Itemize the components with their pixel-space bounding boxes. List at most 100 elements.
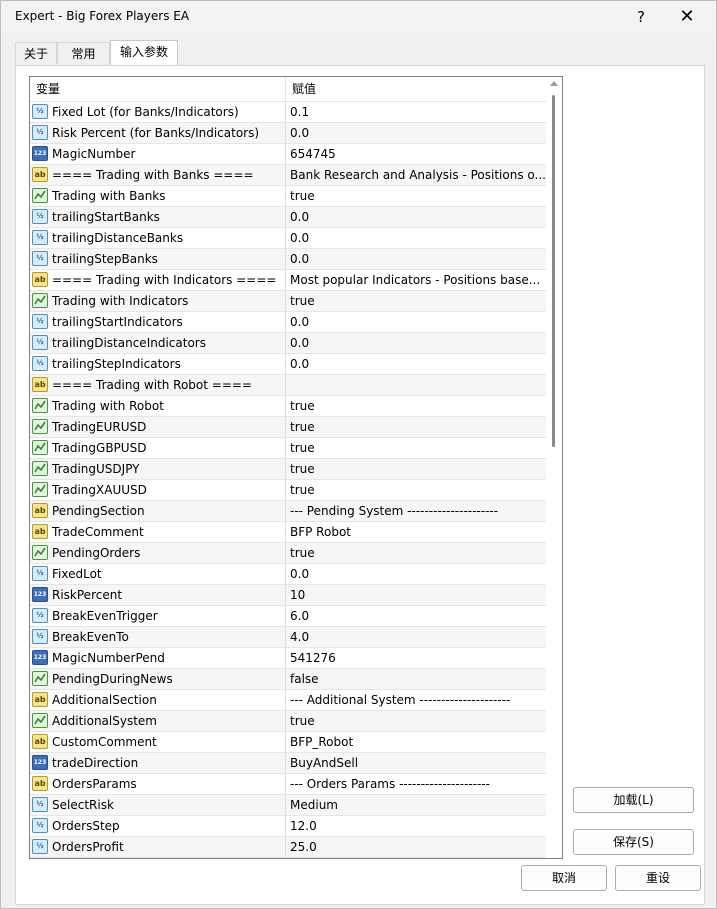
parameter-name-cell[interactable]: Trading with Robot	[30, 396, 286, 416]
parameter-value-cell[interactable]: 541276	[286, 648, 546, 668]
table-row[interactable]: ab CustomComment BFP_Robot	[30, 732, 546, 753]
parameter-value-cell[interactable]: 0.0	[286, 564, 546, 584]
table-row[interactable]: ½ trailingStepBanks 0.0	[30, 249, 546, 270]
parameter-name-cell[interactable]: Trading with Indicators	[30, 291, 286, 311]
table-row[interactable]: ½ FixedLot 0.0	[30, 564, 546, 585]
parameter-name-cell[interactable]: ab TradeComment	[30, 522, 286, 542]
parameter-name-cell[interactable]: Trading with Banks	[30, 186, 286, 206]
parameter-name-cell[interactable]: ½ SelectRisk	[30, 795, 286, 815]
parameter-value-cell[interactable]: BFP Robot	[286, 522, 546, 542]
parameter-name-cell[interactable]: 123 RiskPercent	[30, 585, 286, 605]
table-row[interactable]: TradingEURUSD true	[30, 417, 546, 438]
table-row[interactable]: Trading with Robot true	[30, 396, 546, 417]
parameter-value-cell[interactable]: true	[286, 438, 546, 458]
parameter-name-cell[interactable]: ½ BreakEvenTrigger	[30, 606, 286, 626]
parameter-name-cell[interactable]: ½ Fixed Lot (for Banks/Indicators)	[30, 102, 286, 122]
table-row[interactable]: ab AdditionalSection --- Additional System…	[30, 690, 546, 711]
tab-about[interactable]: 关于	[15, 42, 57, 64]
scrollbar-thumb[interactable]	[552, 95, 555, 447]
parameter-name-cell[interactable]: ½ trailingStartBanks	[30, 207, 286, 227]
parameter-value-cell[interactable]: Most popular Indicators - Positions base…	[286, 270, 546, 290]
parameter-value-cell[interactable]: 4.0	[286, 627, 546, 647]
table-row[interactable]: ½ trailingStartIndicators 0.0	[30, 312, 546, 333]
parameter-name-cell[interactable]: 123 tradeDirection	[30, 753, 286, 773]
parameter-name-cell[interactable]: ab ==== Trading with Robot ====	[30, 375, 286, 395]
parameter-value-cell[interactable]: Bank Research and Analysis - Positions o…	[286, 165, 546, 185]
table-row[interactable]: ½ OrdersStep 12.0	[30, 816, 546, 837]
table-row[interactable]: 123 tradeDirection BuyAndSell	[30, 753, 546, 774]
column-header-value[interactable]: 赋值	[286, 77, 546, 101]
table-row[interactable]: 123 MagicNumber 654745	[30, 144, 546, 165]
table-row[interactable]: Trading with Indicators true	[30, 291, 546, 312]
parameter-value-cell[interactable]: 25.0	[286, 837, 546, 857]
save-button[interactable]: 保存(S)	[573, 829, 694, 855]
vertical-scrollbar[interactable]	[546, 77, 562, 858]
parameter-name-cell[interactable]: ab AdditionalSection	[30, 690, 286, 710]
parameter-name-cell[interactable]: ½ OrdersProfit	[30, 837, 286, 857]
parameter-value-cell[interactable]: false	[286, 669, 546, 689]
parameter-name-cell[interactable]: ½ trailingStepBanks	[30, 249, 286, 269]
parameter-value-cell[interactable]: 0.0	[286, 333, 546, 353]
column-header-variable[interactable]: 变量	[30, 77, 286, 101]
parameter-name-cell[interactable]: PendingDuringNews	[30, 669, 286, 689]
parameter-name-cell[interactable]: ab ==== Trading with Banks ====	[30, 165, 286, 185]
tab-inputs[interactable]: 输入参数	[110, 40, 178, 65]
input-parameters-grid[interactable]: 变量 赋值 ½ Fixed Lot (for Banks/Indicators) 0…	[29, 76, 563, 859]
table-row[interactable]: Trading with Banks true	[30, 186, 546, 207]
table-row[interactable]: ½ OrdersProfit 25.0	[30, 837, 546, 858]
parameter-value-cell[interactable]: BFP_Robot	[286, 732, 546, 752]
parameter-value-cell[interactable]: true	[286, 291, 546, 311]
parameter-value-cell[interactable]: true	[286, 396, 546, 416]
table-row[interactable]: PendingDuringNews false	[30, 669, 546, 690]
table-row[interactable]: ½ trailingDistanceBanks 0.0	[30, 228, 546, 249]
parameter-name-cell[interactable]: ½ trailingStepIndicators	[30, 354, 286, 374]
parameter-value-cell[interactable]: 0.0	[286, 354, 546, 374]
table-row[interactable]: ab ==== Trading with Banks ==== Bank Resea…	[30, 165, 546, 186]
parameter-value-cell[interactable]: BuyAndSell	[286, 753, 546, 773]
parameter-value-cell[interactable]: --- Pending System ---------------------	[286, 501, 546, 521]
parameter-value-cell[interactable]: 12.0	[286, 816, 546, 836]
parameter-value-cell[interactable]: --- Orders Params ---------------------	[286, 774, 546, 794]
table-row[interactable]: ½ trailingDistanceIndicators 0.0	[30, 333, 546, 354]
parameter-value-cell[interactable]: 0.0	[286, 207, 546, 227]
parameter-name-cell[interactable]: 123 MagicNumber	[30, 144, 286, 164]
table-row[interactable]: ab ==== Trading with Indicators ==== Most …	[30, 270, 546, 291]
parameter-value-cell[interactable]: true	[286, 417, 546, 437]
table-row[interactable]: ab ==== Trading with Robot ====	[30, 375, 546, 396]
parameter-value-cell[interactable]: true	[286, 711, 546, 731]
table-row[interactable]: 123 MagicNumberPend 541276	[30, 648, 546, 669]
parameter-name-cell[interactable]: AdditionalSystem	[30, 711, 286, 731]
table-row[interactable]: ½ BreakEvenTrigger 6.0	[30, 606, 546, 627]
table-row[interactable]: TradingGBPUSD true	[30, 438, 546, 459]
parameter-name-cell[interactable]: ab CustomComment	[30, 732, 286, 752]
parameter-value-cell[interactable]: true	[286, 543, 546, 563]
parameter-name-cell[interactable]: TradingXAUUSD	[30, 480, 286, 500]
table-row[interactable]: ab TradeComment BFP Robot	[30, 522, 546, 543]
table-row[interactable]: ½ trailingStartBanks 0.0	[30, 207, 546, 228]
parameter-value-cell[interactable]: 0.1	[286, 102, 546, 122]
table-row[interactable]: TradingXAUUSD true	[30, 480, 546, 501]
table-row[interactable]: ½ trailingStepIndicators 0.0	[30, 354, 546, 375]
parameter-name-cell[interactable]: ½ OrdersStep	[30, 816, 286, 836]
parameter-name-cell[interactable]: 123 MagicNumberPend	[30, 648, 286, 668]
parameter-name-cell[interactable]: TradingGBPUSD	[30, 438, 286, 458]
scroll-up-arrow-icon[interactable]	[550, 81, 558, 86]
parameter-value-cell[interactable]: 10	[286, 585, 546, 605]
parameter-value-cell[interactable]	[286, 375, 546, 395]
parameter-value-cell[interactable]: Medium	[286, 795, 546, 815]
parameter-name-cell[interactable]: ab ==== Trading with Indicators ====	[30, 270, 286, 290]
parameter-name-cell[interactable]: ½ BreakEvenTo	[30, 627, 286, 647]
table-row[interactable]: 123 RiskPercent 10	[30, 585, 546, 606]
table-row[interactable]: ab PendingSection --- Pending System -----…	[30, 501, 546, 522]
parameter-name-cell[interactable]: ½ trailingDistanceBanks	[30, 228, 286, 248]
table-row[interactable]: ½ SelectRisk Medium	[30, 795, 546, 816]
cancel-button[interactable]: 取消	[521, 865, 607, 891]
parameter-value-cell[interactable]: 0.0	[286, 123, 546, 143]
table-row[interactable]: AdditionalSystem true	[30, 711, 546, 732]
table-row[interactable]: TradingUSDJPY true	[30, 459, 546, 480]
parameter-value-cell[interactable]: 0.0	[286, 249, 546, 269]
tab-common[interactable]: 常用	[57, 42, 110, 64]
table-row[interactable]: ½ Risk Percent (for Banks/Indicators) 0.0	[30, 123, 546, 144]
parameter-value-cell[interactable]: true	[286, 480, 546, 500]
load-button[interactable]: 加载(L)	[573, 787, 694, 813]
